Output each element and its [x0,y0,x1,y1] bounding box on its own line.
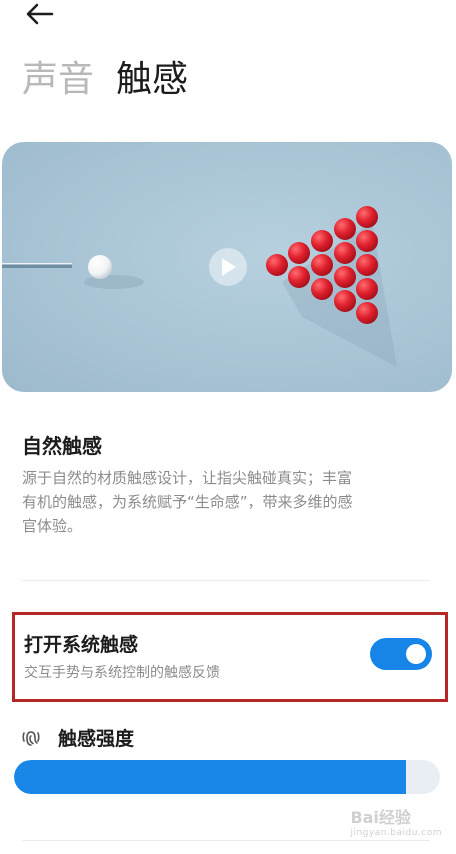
intro-desc-line: 源于自然的材质触感设计，让指尖触碰真实；丰富 [22,469,353,487]
system-haptics-toggle[interactable] [370,638,432,670]
play-icon[interactable] [209,248,247,286]
fingerprint-vibration-icon [22,731,40,746]
watermark-url: jingyan.baidu.com [350,828,442,838]
system-haptics-title: 打开系统触感 [24,634,139,656]
system-haptics-setting[interactable]: 打开系统触感 交互手势与系统控制的触感反馈 [12,612,448,702]
cue-ball [88,255,112,279]
baidu-jingyan-watermark: Bai经验 jingyan.baidu.com [350,804,442,838]
haptics-demo-video[interactable] [2,142,452,392]
intro-desc-line: 有机的触感，为系统赋予“生命感”，带来多维的感 [22,493,353,511]
tab-sound[interactable]: 声音 [22,58,94,102]
haptic-strength-slider[interactable] [14,760,440,794]
intro-desc-line: 官体验。 [22,517,83,535]
haptic-strength-header: 触感强度 [20,722,134,752]
arrow-left-icon [26,3,54,25]
natural-haptics-intro: 自然触感 源于自然的材质触感设计，让指尖触碰真实；丰富 有机的触感，为系统赋予“… [22,432,434,538]
tab-haptics[interactable]: 触感 [116,58,188,102]
toggle-knob [406,644,426,664]
section-divider [22,840,430,841]
slider-fill [14,760,406,794]
intro-title: 自然触感 [22,434,102,458]
intro-description: 源于自然的材质触感设计，让指尖触碰真实；丰富 有机的触感，为系统赋予“生命感”，… [22,466,434,538]
watermark-brand: Bai经验 [350,808,411,827]
back-button[interactable] [22,0,56,28]
cue-stick [2,263,72,268]
haptic-strength-label: 触感强度 [58,727,135,750]
sound-haptics-tabs: 声音 触感 [22,55,188,105]
system-haptics-description: 交互手势与系统控制的触感反馈 [24,665,220,681]
section-divider [22,580,430,581]
